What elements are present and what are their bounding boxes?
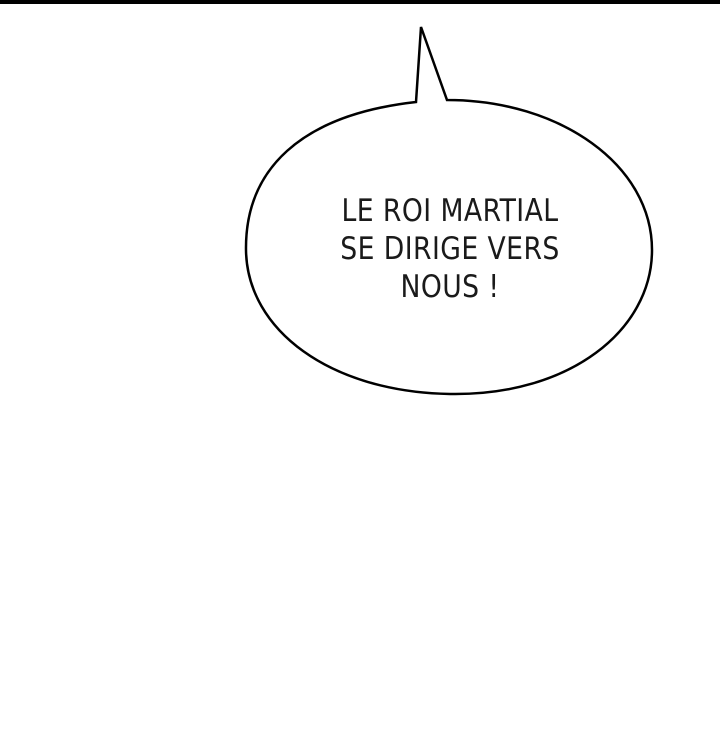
speech-line-2: SE DIRIGE VERS	[340, 231, 560, 267]
speech-line-1: LE ROI MARTIAL	[341, 193, 559, 229]
comic-panel: LE ROI MARTIAL SE DIRIGE VERS NOUS !	[0, 0, 720, 735]
speech-bubble	[244, 26, 654, 396]
speech-line-3: NOUS !	[400, 269, 500, 305]
speech-bubble-text: LE ROI MARTIAL SE DIRIGE VERS NOUS !	[321, 192, 579, 306]
